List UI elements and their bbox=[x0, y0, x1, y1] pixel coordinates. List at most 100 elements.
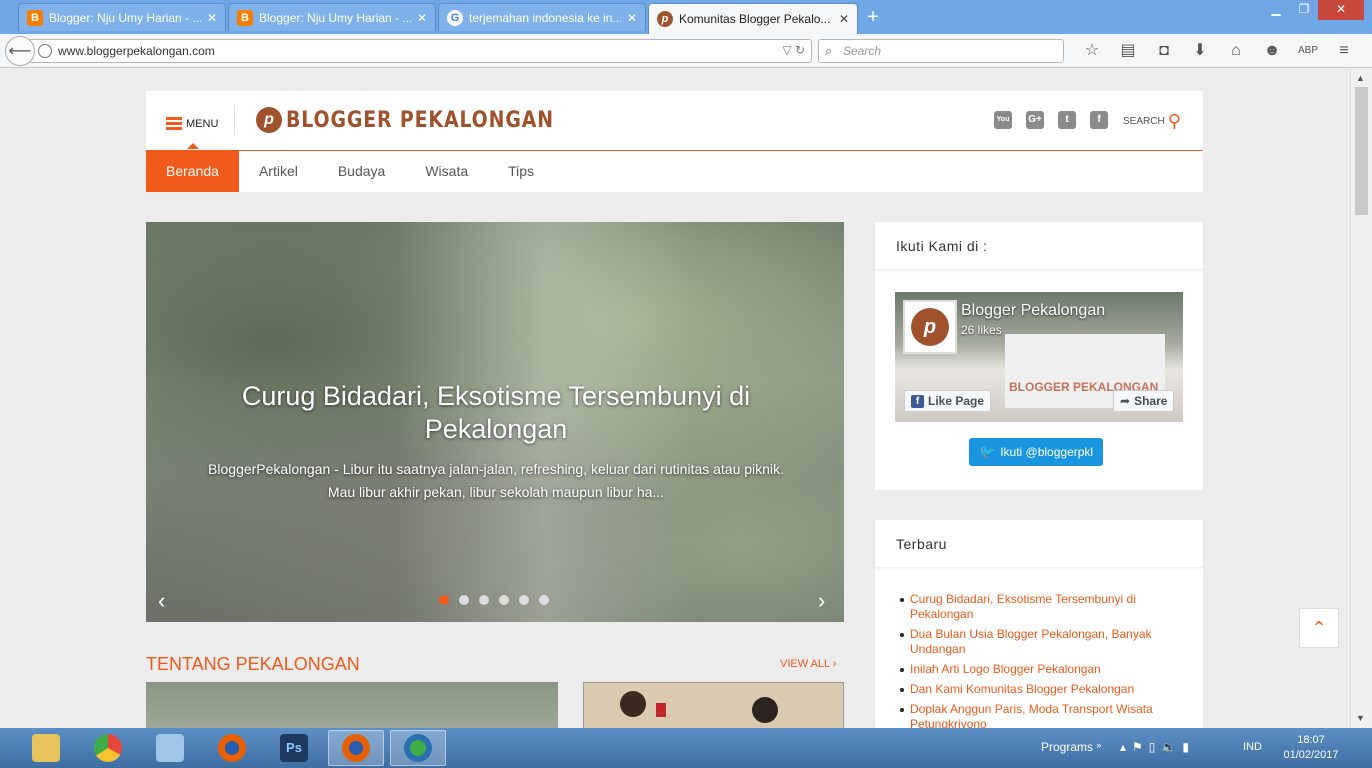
facebook-icon[interactable]: f bbox=[1090, 111, 1108, 129]
browser-tab[interactable]: G terjemahan indonesia ke in... ✕ bbox=[438, 3, 646, 31]
twitter-icon[interactable]: t bbox=[1058, 111, 1076, 129]
scrollbar-thumb[interactable] bbox=[1355, 87, 1368, 215]
close-window-button[interactable]: ✕ bbox=[1318, 0, 1364, 20]
scroll-up-icon[interactable]: ▲ bbox=[1356, 73, 1365, 83]
slider-dot[interactable] bbox=[499, 595, 509, 605]
minimize-button[interactable]: ▁ bbox=[1262, 0, 1290, 20]
view-all-link[interactable]: VIEW ALL › bbox=[780, 658, 836, 670]
close-tab-icon[interactable]: ✕ bbox=[207, 11, 217, 25]
scroll-down-icon[interactable]: ▼ bbox=[1356, 713, 1365, 723]
post-thumbnail[interactable] bbox=[146, 682, 558, 728]
close-tab-icon[interactable]: ✕ bbox=[839, 12, 849, 26]
youtube-icon[interactable]: You bbox=[994, 111, 1012, 129]
recent-post-link[interactable]: Dan Kami Komunitas Blogger Pekalongan bbox=[900, 682, 1180, 697]
slider-dot[interactable] bbox=[459, 595, 469, 605]
notepad-icon bbox=[156, 734, 184, 762]
recent-post-link[interactable]: Dua Bulan Usia Blogger Pekalongan, Banya… bbox=[900, 627, 1180, 657]
toolbar-icons: ☆ ▤ ◘ ⬇ ⌂ ☻ ABP ≡ bbox=[1074, 40, 1362, 62]
chevron-up-icon: ⌃ bbox=[1311, 618, 1327, 638]
twitter-follow-button[interactable]: 🐦 Ikuti @bloggerpkl bbox=[969, 438, 1104, 466]
star-icon[interactable]: ☆ bbox=[1074, 40, 1110, 62]
google-plus-icon[interactable]: G+ bbox=[1026, 111, 1044, 129]
recent-posts-widget: Terbaru Curug Bidadari, Eksotisme Tersem… bbox=[875, 520, 1203, 728]
browser-tab[interactable]: B Blogger: Nju Umy Harian - ... ✕ bbox=[18, 3, 226, 31]
volume-icon[interactable]: 🔈 bbox=[1161, 740, 1182, 754]
download-icon[interactable]: ⬇ bbox=[1182, 40, 1218, 62]
firefox-icon bbox=[342, 734, 370, 762]
fb-share-button[interactable]: ➦ Share bbox=[1113, 390, 1175, 412]
search-icon: ⚲ bbox=[1167, 111, 1181, 131]
slider-next-icon[interactable]: › bbox=[818, 588, 825, 614]
slide-description: BloggerPekalongan - Libur itu saatnya ja… bbox=[208, 461, 784, 500]
fb-page-avatar[interactable]: p bbox=[903, 300, 957, 354]
flag-icon[interactable]: ⚑ bbox=[1132, 740, 1149, 754]
browser-nav-bar: www.bloggerpekalongan.com ▽ ↻ ⟵ ⌕ Search… bbox=[0, 34, 1372, 68]
nav-item-tips[interactable]: Tips bbox=[488, 151, 554, 192]
slide-title[interactable]: Curug Bidadari, Eksotisme Tersembunyi di… bbox=[196, 380, 796, 446]
back-button[interactable]: ⟵ bbox=[5, 36, 35, 66]
reading-list-icon[interactable]: ▤ bbox=[1110, 40, 1146, 62]
site-logo[interactable]: p BLOGGER PEKALONGAN bbox=[256, 107, 598, 133]
featured-slider[interactable]: Curug Bidadari, Eksotisme Tersembunyi di… bbox=[146, 222, 844, 622]
nav-item-artikel[interactable]: Artikel bbox=[239, 151, 318, 192]
close-tab-icon[interactable]: ✕ bbox=[627, 11, 637, 25]
chevron-right-icon: › bbox=[832, 658, 837, 670]
slider-dot[interactable] bbox=[539, 595, 549, 605]
home-icon[interactable]: ⌂ bbox=[1218, 40, 1254, 62]
recent-post-link[interactable]: Doplak Anggun Paris, Moda Transport Wisa… bbox=[900, 702, 1180, 728]
tab-label: Komunitas Blogger Pekalo... bbox=[679, 12, 831, 26]
slider-dot[interactable] bbox=[519, 595, 529, 605]
menu-label: MENU bbox=[186, 117, 219, 130]
logo-mark-icon: p bbox=[256, 107, 282, 133]
programs-toolbar[interactable]: Programs » bbox=[1041, 740, 1101, 754]
facebook-page-plugin[interactable]: BLOGGER PEKALONGAN p Blogger Pekalongan … bbox=[895, 292, 1183, 422]
nav-item-wisata[interactable]: Wisata bbox=[405, 151, 488, 192]
logo-mark-icon: p bbox=[911, 308, 949, 346]
system-clock[interactable]: 18:07 01/02/2017 bbox=[1280, 733, 1342, 763]
browser-tab[interactable]: B Blogger: Nju Umy Harian - ... ✕ bbox=[228, 3, 436, 31]
fb-page-name[interactable]: Blogger Pekalongan bbox=[961, 302, 1105, 320]
back-to-top-button[interactable]: ⌃ bbox=[1299, 608, 1339, 648]
slider-dot[interactable] bbox=[439, 595, 449, 605]
vertical-scrollbar[interactable]: ▲ ▼ bbox=[1350, 69, 1372, 728]
menu-button[interactable]: MENU bbox=[166, 115, 218, 132]
hamburger-icon[interactable]: ≡ bbox=[1326, 40, 1362, 62]
pocket-icon[interactable]: ◘ bbox=[1146, 40, 1182, 62]
taskbar-app[interactable] bbox=[18, 730, 74, 766]
taskbar-app[interactable]: Ps bbox=[266, 730, 322, 766]
input-language[interactable]: IND bbox=[1243, 741, 1262, 753]
taskbar-app[interactable] bbox=[204, 730, 260, 766]
fb-like-button[interactable]: f Like Page bbox=[904, 390, 992, 412]
fb-share-label: Share bbox=[1134, 394, 1168, 408]
site-search-button[interactable]: SEARCH ⚲ bbox=[1123, 111, 1181, 132]
site-header: MENU p BLOGGER PEKALONGAN You G+ t f SEA… bbox=[146, 91, 1203, 192]
taskbar-app[interactable] bbox=[80, 730, 136, 766]
taskbar-app[interactable] bbox=[390, 730, 446, 766]
new-tab-button[interactable]: + bbox=[862, 6, 884, 29]
tray-app-icon[interactable]: ▯ bbox=[1149, 740, 1162, 754]
slider-dot[interactable] bbox=[479, 595, 489, 605]
search-placeholder: Search bbox=[843, 44, 882, 58]
photo-flag bbox=[656, 703, 666, 717]
slider-prev-icon[interactable]: ‹ bbox=[158, 588, 165, 614]
taskbar-app-active[interactable] bbox=[328, 730, 384, 766]
recent-post-link[interactable]: Inilah Arti Logo Blogger Pekalongan bbox=[900, 662, 1180, 677]
taskbar-app[interactable] bbox=[142, 730, 198, 766]
network-icon[interactable]: ▮ bbox=[1182, 740, 1195, 754]
tray-expand-icon[interactable]: ▴ bbox=[1120, 740, 1132, 754]
divider bbox=[234, 105, 235, 135]
browser-search-input[interactable]: ⌕ Search bbox=[818, 39, 1064, 63]
nav-item-beranda[interactable]: Beranda bbox=[146, 151, 239, 192]
url-bar[interactable]: www.bloggerpekalongan.com ▽ ↻ bbox=[30, 39, 812, 63]
close-tab-icon[interactable]: ✕ bbox=[417, 11, 427, 25]
maximize-button[interactable]: ❐ bbox=[1290, 0, 1318, 20]
reload-icon[interactable]: ▽ ↻ bbox=[782, 43, 805, 57]
post-thumbnail[interactable] bbox=[583, 682, 844, 728]
browser-tab-active[interactable]: p Komunitas Blogger Pekalo... ✕ bbox=[648, 3, 858, 34]
nav-item-budaya[interactable]: Budaya bbox=[318, 151, 405, 192]
adblock-icon[interactable]: ABP bbox=[1290, 40, 1326, 62]
recent-post-link[interactable]: Curug Bidadari, Eksotisme Tersembunyi di… bbox=[900, 592, 1180, 622]
arrow-left-icon: ⟵ bbox=[8, 43, 32, 60]
chat-icon[interactable]: ☻ bbox=[1254, 40, 1290, 62]
main-nav: Beranda Artikel Budaya Wisata Tips bbox=[146, 151, 554, 192]
